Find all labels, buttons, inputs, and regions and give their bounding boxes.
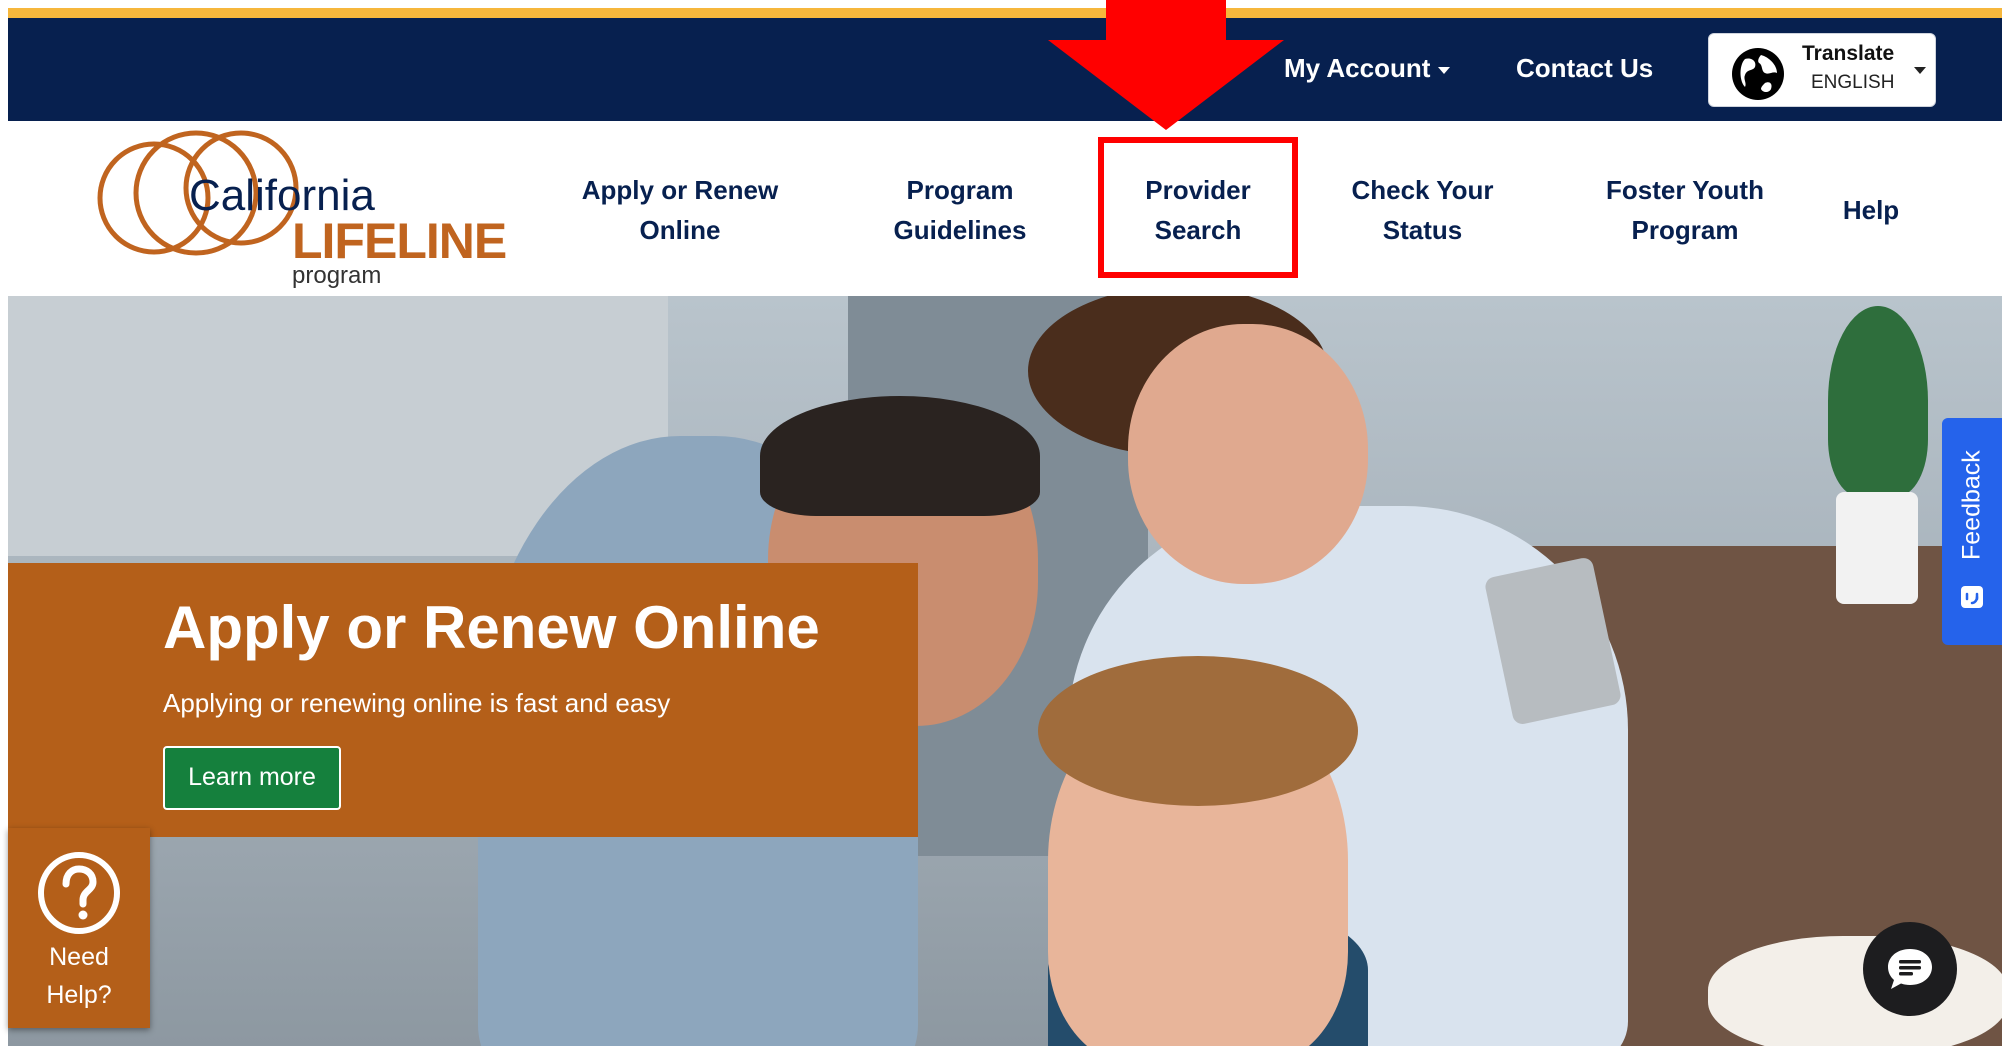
chevron-down-icon [1438,66,1451,74]
nav-program-guidelines[interactable]: Program Guidelines [860,170,1060,250]
nav-status-line1: Check Your [1351,175,1494,205]
translate-button[interactable]: Translate ENGLISH [1708,33,1936,107]
nav-apply-or-renew-online[interactable]: Apply or Renew Online [560,170,800,250]
contact-us-link[interactable]: Contact Us [1516,53,1653,84]
top-utility-bar [8,18,2002,121]
hero-photo-blanket [1708,936,2002,1046]
need-help-label: Need Help? [8,938,150,1014]
nav-help-line1: Help [1842,195,1900,225]
chat-button[interactable] [1863,922,1957,1016]
logo-lifeline-text: LIFELINE [292,213,506,269]
hero-photo-child-hair [1038,656,1358,806]
nav-foster-line1: Foster Youth [1606,175,1764,205]
nav-apply-line2: Online [639,215,721,245]
provider-search-highlight [1098,137,1298,278]
hero-photo-plant [1828,306,1928,496]
learn-more-button[interactable]: Learn more [163,746,341,810]
california-lifeline-logo[interactable]: California LIFELINE program [96,128,516,288]
hero-subtitle: Applying or renewing online is fast and … [163,688,671,718]
red-arrow-icon [1048,0,1284,130]
smiley-icon [1961,586,1983,608]
chat-icon [1888,949,1932,989]
nav-check-your-status[interactable]: Check Your Status [1330,170,1515,250]
translate-title: Translate [1802,42,1895,65]
question-circle-icon [38,852,120,934]
hero-title: Apply or Renew Online [163,594,820,661]
caret-down-icon [1914,67,1926,74]
nav-foster-line2: Program [1631,215,1739,245]
nav-help[interactable]: Help [1825,190,1917,230]
need-help-line1: Need [49,943,109,971]
globe-icon [1732,48,1784,100]
need-help-widget[interactable]: Need Help? [8,828,150,1028]
hero-photo-man-hair [760,396,1040,516]
nav-guidelines-line2: Guidelines [893,215,1027,245]
nav-apply-line1: Apply or Renew [581,175,779,205]
feedback-label: Feedback [1957,450,1986,561]
hero-photo-woman-head [1128,324,1368,584]
nav-status-line2: Status [1382,215,1463,245]
top-accent-bar [8,8,2002,18]
feedback-tab[interactable]: Feedback [1942,418,2002,645]
hero-photo-plant-pot [1836,492,1918,604]
logo-program-text: program [292,262,381,288]
translate-language: ENGLISH [1811,72,1895,93]
my-account-label: My Account [1284,53,1431,83]
nav-guidelines-line1: Program [906,175,1014,205]
my-account-menu[interactable]: My Account [1284,53,1451,84]
need-help-line2: Help? [46,981,112,1009]
nav-foster-youth-program[interactable]: Foster Youth Program [1580,170,1790,250]
